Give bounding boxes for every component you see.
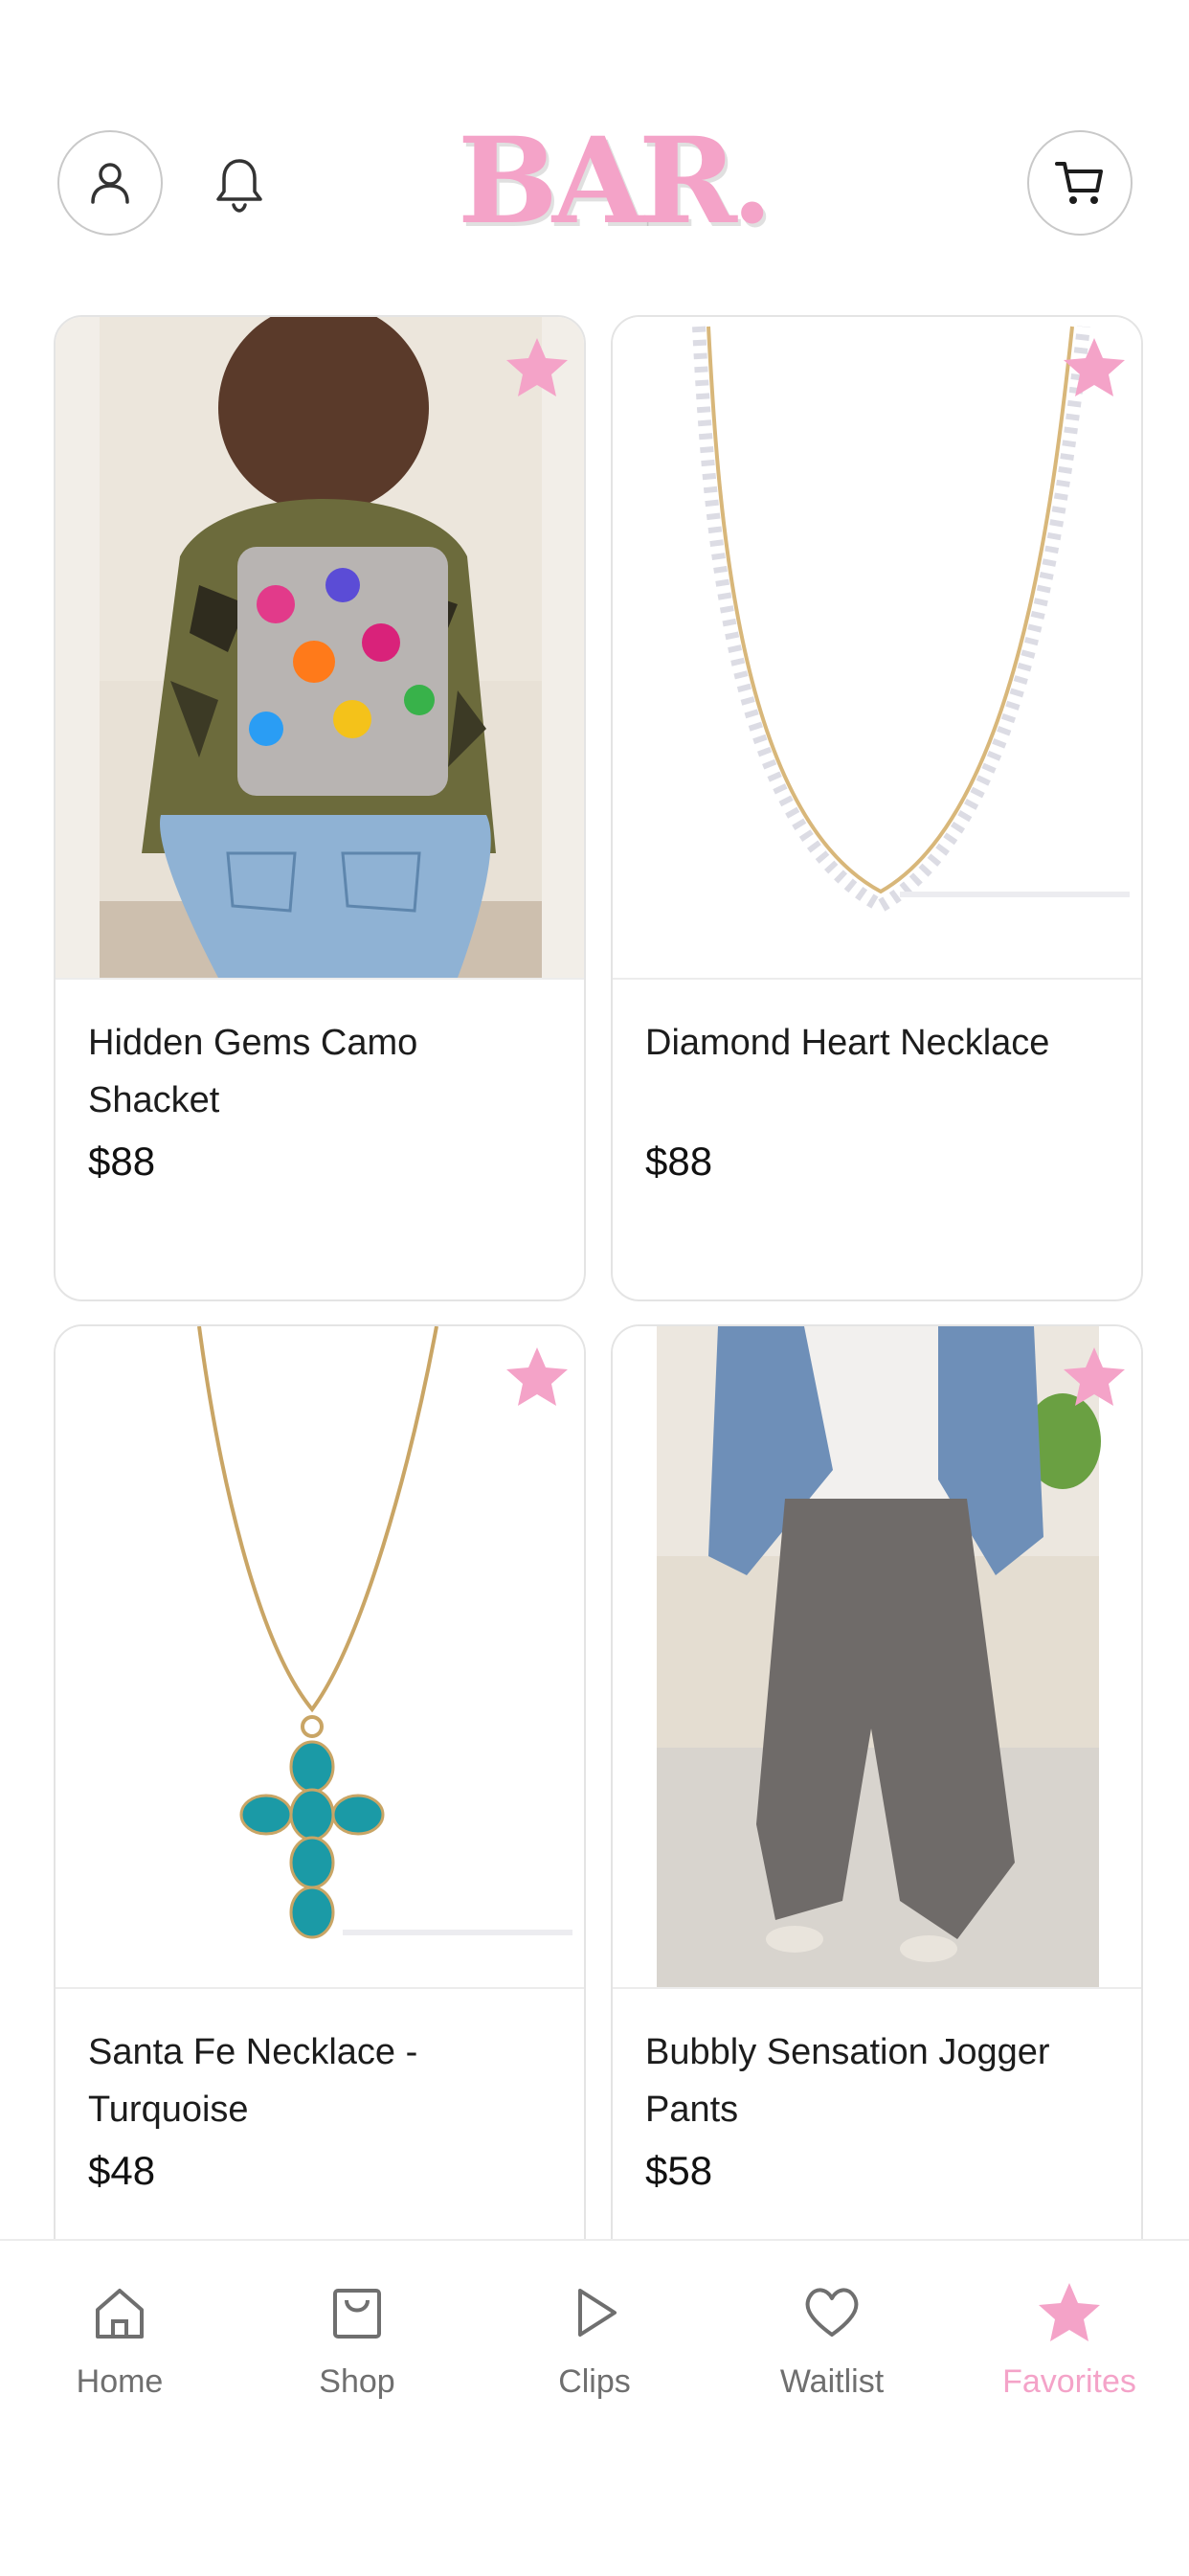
- product-name[interactable]: Hidden Gems Camo Shacket: [88, 1014, 548, 1129]
- card-divider: [613, 978, 1141, 980]
- favorite-star-icon[interactable]: [1061, 1344, 1128, 1411]
- product-image[interactable]: [613, 317, 1141, 978]
- heart-icon: [805, 2288, 859, 2337]
- camo-shacket-photo: [100, 317, 542, 978]
- product-name[interactable]: Diamond Heart Necklace: [645, 1014, 1105, 1072]
- cart-icon: [1055, 162, 1103, 204]
- product-name[interactable]: Santa Fe Necklace - Turquoise: [88, 2023, 548, 2138]
- turquoise-cross-necklace-photo: [197, 1326, 572, 1939]
- user-icon: [91, 163, 129, 204]
- play-icon: [578, 2289, 617, 2337]
- product-image[interactable]: [56, 317, 584, 978]
- tab-clips[interactable]: Clips: [499, 2279, 690, 2401]
- shopping-bag-icon: [333, 2289, 381, 2339]
- product-price: $48: [88, 2148, 156, 2193]
- tab-favorites[interactable]: Favorites: [974, 2279, 1165, 2401]
- card-divider: [56, 978, 584, 980]
- app-header: BAR.: [0, 0, 1189, 287]
- product-price: $88: [88, 1139, 156, 1184]
- tab-waitlist-label: Waitlist: [779, 2363, 885, 2400]
- product-price: $88: [645, 1139, 713, 1184]
- brand-logo[interactable]: BAR.: [458, 115, 773, 249]
- tab-clips-label: Clips: [558, 2363, 631, 2400]
- product-price: $58: [645, 2148, 713, 2193]
- tab-favorites-label: Favorites: [1002, 2363, 1136, 2400]
- diamond-necklace-photo: [692, 326, 1130, 914]
- card-divider: [613, 1987, 1141, 1989]
- product-card[interactable]: Bubbly Sensation Jogger Pants $58: [611, 1324, 1143, 2311]
- home-icon: [96, 2289, 144, 2339]
- product-card[interactable]: Santa Fe Necklace - Turquoise $48: [54, 1324, 586, 2311]
- product-name[interactable]: Bubbly Sensation Jogger Pants: [645, 2023, 1105, 2138]
- bottom-tab-bar: Home Shop Clips Waitlist Favorites: [0, 2239, 1189, 2576]
- bell-icon[interactable]: [209, 153, 270, 215]
- tab-waitlist[interactable]: Waitlist: [736, 2279, 928, 2401]
- card-divider: [56, 1987, 584, 1989]
- tab-home[interactable]: Home: [24, 2279, 215, 2401]
- star-icon: [1039, 2283, 1100, 2341]
- favorite-star-icon[interactable]: [1061, 334, 1128, 401]
- tab-shop[interactable]: Shop: [261, 2279, 453, 2401]
- product-image[interactable]: [56, 1326, 584, 1987]
- tab-home-label: Home: [76, 2363, 164, 2400]
- account-button[interactable]: [57, 130, 163, 236]
- product-image[interactable]: [613, 1326, 1141, 1987]
- tab-shop-label: Shop: [319, 2363, 395, 2400]
- cart-button[interactable]: [1027, 130, 1133, 236]
- product-card[interactable]: Hidden Gems Camo Shacket $88: [54, 315, 586, 1301]
- favorite-star-icon[interactable]: [504, 334, 571, 401]
- product-card[interactable]: Diamond Heart Necklace $88: [611, 315, 1143, 1301]
- favorite-star-icon[interactable]: [504, 1344, 571, 1411]
- jogger-pants-photo: [657, 1326, 1101, 1987]
